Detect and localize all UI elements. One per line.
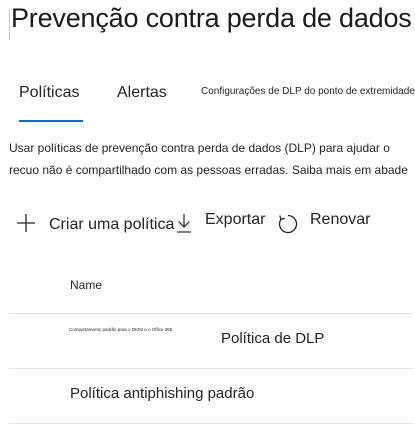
tab-endpoint-dlp-settings-label: Configurações de DLP do ponto de extremi… — [201, 86, 415, 97]
create-policy-label: Criar uma política — [49, 216, 175, 233]
description-line-2: recuo não é compartilhado com as pessoas… — [9, 159, 413, 181]
text-cursor — [9, 10, 10, 40]
download-icon[interactable] — [175, 213, 193, 235]
column-header-name[interactable]: Name — [70, 278, 102, 292]
row-name: Política antiphishing padrão — [70, 385, 255, 402]
description-line-2-text: recuo não é compartilhado com as pessoas… — [9, 163, 292, 177]
plus-icon — [17, 214, 35, 232]
tab-policies-label: Políticas — [19, 84, 80, 101]
row-name: Política de DLP — [221, 330, 325, 347]
refresh-icon[interactable] — [277, 213, 299, 235]
tab-alerts[interactable]: Alertas — [117, 84, 167, 102]
table-row[interactable]: Política antiphishing padrão — [9, 369, 413, 423]
dlp-page: Prevenção contra perda de dados Política… — [0, 0, 415, 430]
learn-more-link[interactable]: Saiba mais em abade — [292, 163, 408, 177]
tab-endpoint-dlp-settings[interactable]: Configurações de DLP do ponto de extremi… — [201, 86, 415, 97]
row-divider — [9, 423, 413, 424]
page-description: Usar políticas de prevenção contra perda… — [9, 137, 413, 181]
page-title: Prevenção contra perda de dados — [11, 3, 412, 33]
refresh-button[interactable]: Renovar — [310, 211, 370, 229]
description-line-1: Usar políticas de prevenção contra perda… — [9, 141, 390, 155]
table-row[interactable]: Comportamento padrão para o DKIM e o Off… — [9, 314, 413, 368]
tab-policies[interactable]: Políticas — [19, 84, 79, 102]
export-button[interactable]: Exportar — [205, 211, 265, 229]
tab-selected-indicator — [19, 120, 83, 122]
row-note: Comportamento padrão para o DKIM e o Off… — [69, 327, 173, 332]
tab-alerts-label: Alertas — [117, 84, 167, 101]
